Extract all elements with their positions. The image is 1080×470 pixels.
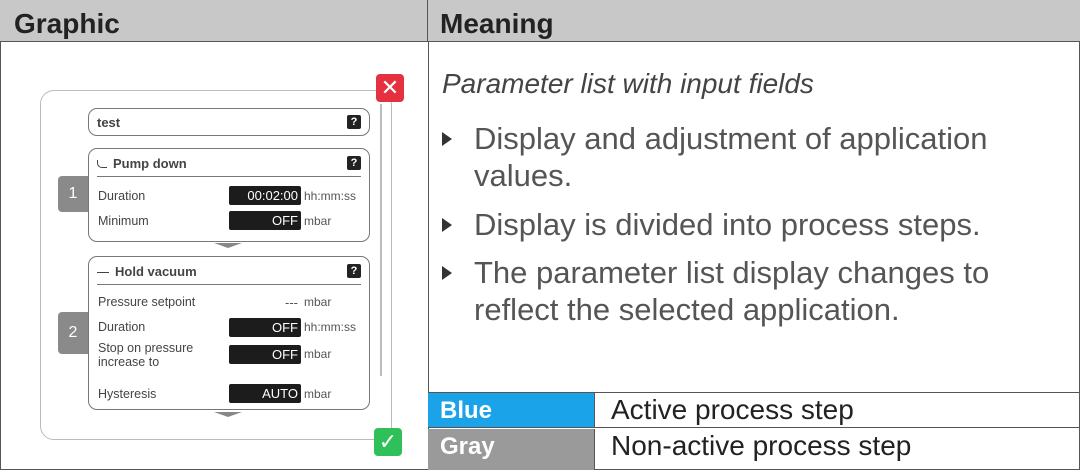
param-unit: mbar xyxy=(304,214,332,228)
help-icon[interactable]: ? xyxy=(347,156,361,170)
param-label: Stop on pressure increase to xyxy=(98,341,194,369)
application-name: test xyxy=(97,115,121,130)
step-connector-arrow xyxy=(214,243,242,248)
param-value-field[interactable]: --- xyxy=(229,293,301,312)
step-title: Hold vacuum xyxy=(97,264,197,279)
param-value-field[interactable]: OFF xyxy=(229,211,301,230)
legend-key: Blue xyxy=(428,393,594,427)
legend-row-blue: Blue Active process step xyxy=(428,392,1080,428)
param-label: Hysteresis xyxy=(98,387,157,401)
legend-row-gray: Gray Non-active process step xyxy=(428,429,1080,470)
legend-value: Non-active process step xyxy=(594,429,1080,470)
application-name-box[interactable]: test ? xyxy=(88,108,370,136)
pump-down-icon xyxy=(97,160,107,168)
param-label: Minimum xyxy=(98,214,149,228)
param-value-field[interactable]: OFF xyxy=(229,318,301,337)
hold-vacuum-icon xyxy=(97,272,109,274)
process-step-2[interactable]: Hold vacuum ? Pressure setpoint --- mbar… xyxy=(88,256,370,410)
legend-value: Active process step xyxy=(594,393,1080,427)
step-number-1: 1 xyxy=(58,176,88,212)
bullet-item: Display and adjustment of application va… xyxy=(442,120,1074,194)
param-unit: hh:mm:ss xyxy=(304,320,357,334)
legend-key: Gray xyxy=(428,429,594,470)
param-value-field[interactable]: 00:02:00 xyxy=(229,186,301,205)
param-label: Duration xyxy=(98,320,146,334)
header-graphic: Graphic xyxy=(0,0,428,42)
meaning-title: Parameter list with input fields xyxy=(442,68,814,99)
process-step-1[interactable]: Pump down ? Duration 00:02:00 hh:mm:ss M… xyxy=(88,148,370,242)
divider xyxy=(97,176,361,177)
step-connector-arrow xyxy=(214,412,242,417)
triangle-bullet-icon xyxy=(442,132,452,146)
triangle-bullet-icon xyxy=(442,266,452,280)
param-unit: mbar xyxy=(304,347,332,361)
bullet-item: The parameter list display changes to re… xyxy=(442,254,1074,328)
param-label: Duration xyxy=(98,189,146,203)
divider xyxy=(97,284,361,285)
help-icon[interactable]: ? xyxy=(347,264,361,278)
param-value-field[interactable]: OFF xyxy=(229,345,301,364)
step-title: Pump down xyxy=(97,156,187,171)
param-unit: mbar xyxy=(304,387,332,401)
close-icon[interactable]: ✕ xyxy=(376,74,404,102)
param-unit: mbar xyxy=(304,295,332,309)
param-label: Pressure setpoint xyxy=(98,295,196,309)
scrollbar[interactable] xyxy=(380,104,382,376)
bullet-item: Display is divided into process steps. xyxy=(442,206,1074,243)
help-icon[interactable]: ? xyxy=(347,115,361,129)
param-value-field[interactable]: AUTO xyxy=(229,384,301,403)
param-unit: hh:mm:ss xyxy=(304,189,357,203)
confirm-icon[interactable]: ✓ xyxy=(374,428,402,456)
step-number-2: 2 xyxy=(58,312,88,354)
triangle-bullet-icon xyxy=(442,218,452,232)
header-meaning: Meaning xyxy=(428,0,1080,42)
